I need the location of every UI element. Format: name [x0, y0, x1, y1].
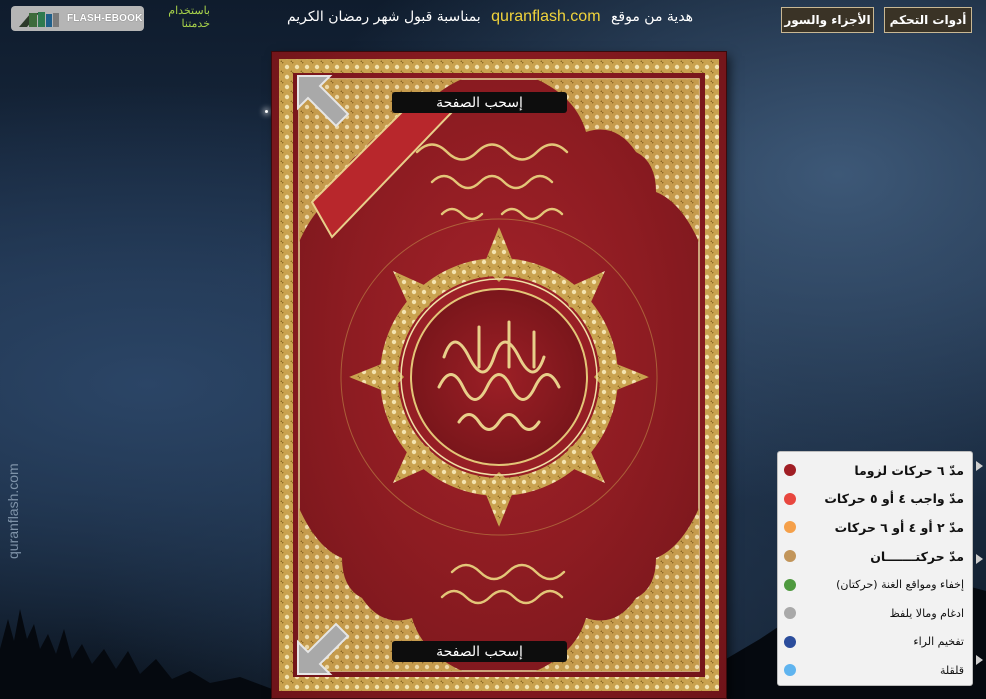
legend-dot: [784, 635, 796, 648]
legend-dot: [784, 664, 796, 677]
header-message: هدية من موقع quranflash.com بمناسبة قبول…: [268, 8, 712, 32]
side-watermark: quranflash.com: [5, 463, 21, 559]
drag-page-top[interactable]: إسحب الصفحة: [392, 92, 567, 113]
legend-label: ادغام وماﻻ يلفظ: [889, 606, 964, 620]
side-panel-arrow-bottom-icon[interactable]: [973, 650, 986, 670]
side-panel-arrow-icon[interactable]: [973, 549, 986, 569]
cover-ornament: [279, 59, 719, 691]
legend-label: تفخيم الراء: [913, 635, 964, 649]
legend-item: مدّ حركتـــــــان: [784, 542, 964, 571]
tajweed-legend-panel: مدّ ٦ حركات لزوما مدّ واجب ٤ أو ٥ حركات …: [777, 451, 973, 686]
legend-label: إخفاء ومواقع الغنة (حركتان): [836, 578, 964, 592]
powered-by-text: باستخدام خدمتنا: [150, 5, 210, 31]
legend-item: ادغام وماﻻ يلفظ: [784, 599, 964, 628]
legend-label: مدّ حركتـــــــان: [870, 548, 964, 564]
header-message-before: هدية من موقع: [610, 9, 694, 25]
legend-dot: [784, 492, 796, 505]
parts-and-surahs-button[interactable]: الأجزاء والسور: [781, 7, 874, 33]
logo-label: FLASH-EBOOK: [67, 13, 143, 24]
legend-expand-arrow-icon[interactable]: [973, 456, 986, 476]
legend-item: مدّ واجب ٤ أو ٥ حركات: [784, 485, 964, 514]
legend-dot: [784, 607, 796, 620]
legend-dot: [784, 521, 796, 534]
drag-corner-top-arrow-icon[interactable]: [294, 72, 354, 132]
legend-dot: [784, 464, 796, 477]
drag-page-bottom[interactable]: إسحب الصفحة: [392, 641, 567, 662]
legend-label: قلقلة: [939, 663, 964, 677]
header-message-after: بمناسبة قبول شهر رمضان الكريم: [286, 9, 481, 25]
powered-line-2: خدمتنا: [181, 18, 210, 30]
legend-label: مدّ واجب ٤ أو ٥ حركات: [824, 491, 964, 507]
moon-star: [265, 110, 268, 113]
site-link[interactable]: quranflash.com: [491, 8, 600, 25]
quran-book-cover[interactable]: إسحب الصفحة إسحب الصفحة: [272, 52, 726, 698]
legend-item: إخفاء ومواقع الغنة (حركتان): [784, 570, 964, 599]
drag-corner-bottom-arrow-icon[interactable]: [294, 618, 354, 678]
legend-item: مدّ ٢ أو ٤ أو ٦ حركات: [784, 513, 964, 542]
flash-ebook-logo[interactable]: FLASH-EBOOK: [11, 6, 144, 31]
drag-page-top-label: إسحب الصفحة: [436, 94, 523, 111]
legend-dot: [784, 550, 796, 563]
drag-page-bottom-label: إسحب الصفحة: [436, 643, 523, 660]
legend-item: تفخيم الراء: [784, 628, 964, 657]
books-icon: [17, 9, 61, 29]
legend-item: مدّ ٦ حركات لزوما: [784, 456, 964, 485]
legend-dot: [784, 578, 796, 591]
control-tools-button[interactable]: أدوات التحكم: [884, 7, 972, 33]
legend-label: مدّ ٦ حركات لزوما: [854, 462, 964, 478]
legend-item: قلقلة: [784, 656, 964, 685]
legend-label: مدّ ٢ أو ٤ أو ٦ حركات: [834, 519, 964, 535]
powered-line-1: باستخدام: [168, 5, 210, 17]
